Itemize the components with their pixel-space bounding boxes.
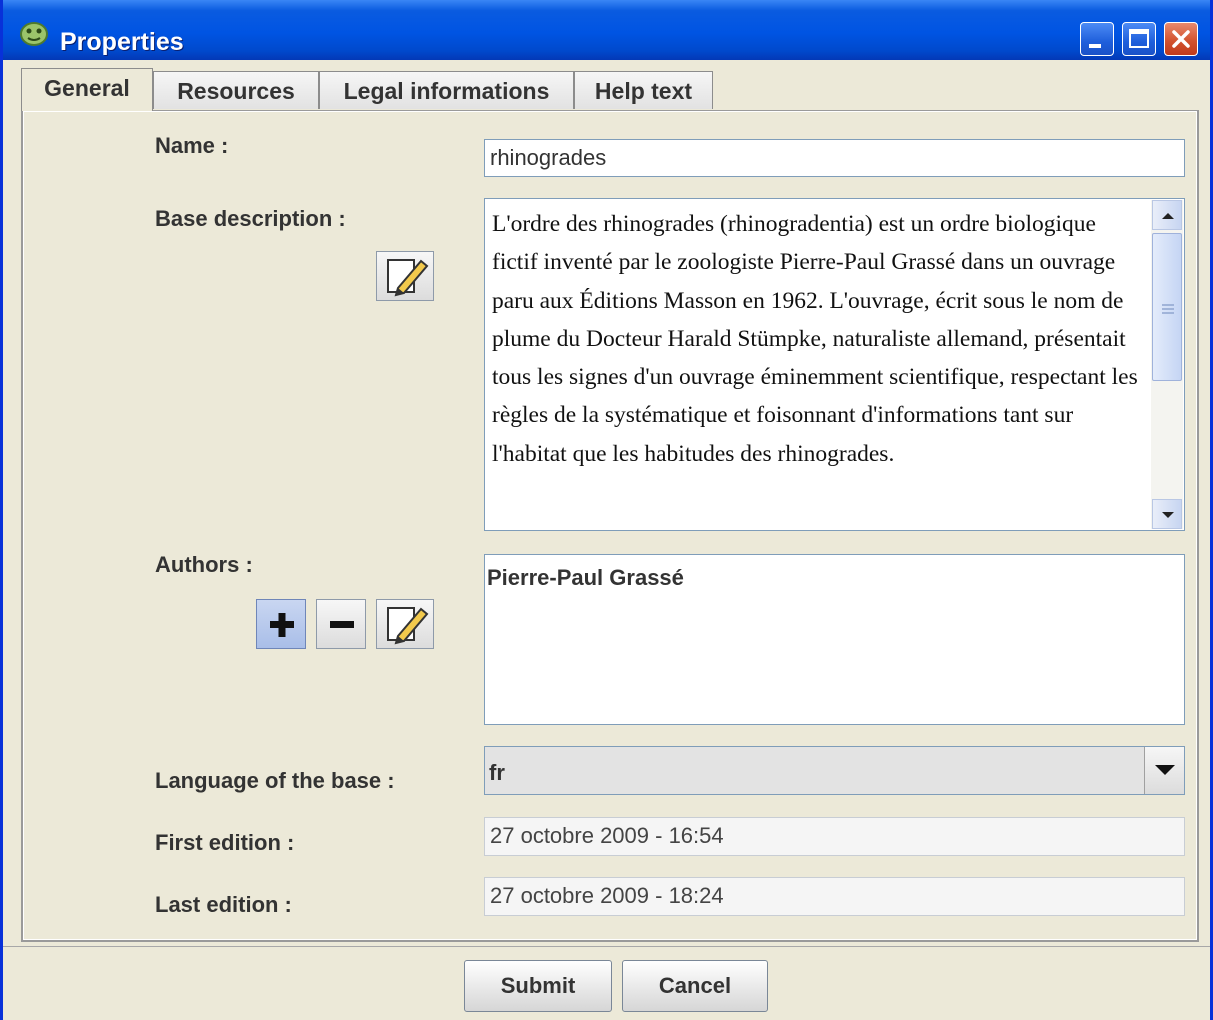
grip-icon bbox=[1162, 304, 1174, 314]
first-edition-field: 27 octobre 2009 - 16:54 bbox=[484, 817, 1185, 856]
tab-general[interactable]: General bbox=[21, 68, 153, 111]
remove-author-button[interactable] bbox=[316, 599, 366, 649]
footer-divider bbox=[3, 946, 1210, 947]
edit-description-button[interactable] bbox=[376, 251, 434, 301]
tab-label: Resources bbox=[177, 78, 295, 104]
plus-icon bbox=[270, 613, 294, 637]
title-bar[interactable]: Properties bbox=[3, 0, 1210, 60]
edit-author-button[interactable] bbox=[376, 599, 434, 649]
first-edition-label: First edition : bbox=[155, 830, 295, 855]
list-item[interactable]: Pierre-Paul Grassé bbox=[487, 565, 684, 591]
tab-label: Legal informations bbox=[343, 78, 550, 104]
scroll-thumb[interactable] bbox=[1152, 233, 1182, 381]
arrow-up-icon bbox=[1162, 213, 1174, 219]
minus-icon bbox=[330, 621, 354, 628]
submit-button[interactable]: Submit bbox=[464, 960, 612, 1012]
language-select[interactable]: fr bbox=[484, 746, 1185, 795]
description-scrollbar[interactable] bbox=[1151, 200, 1183, 529]
close-button[interactable] bbox=[1164, 22, 1198, 56]
window-title: Properties bbox=[60, 28, 184, 56]
description-label: Base description : bbox=[155, 206, 346, 231]
tab-legal-informations[interactable]: Legal informations bbox=[319, 71, 574, 109]
arrow-down-icon bbox=[1162, 512, 1174, 518]
properties-window: Properties General Resources Legal infor… bbox=[0, 0, 1213, 1020]
name-label: Name : bbox=[155, 133, 229, 158]
tab-label: General bbox=[44, 75, 130, 101]
language-value: fr bbox=[489, 760, 505, 785]
maximize-button[interactable] bbox=[1122, 22, 1156, 56]
cancel-button[interactable]: Cancel bbox=[622, 960, 768, 1012]
tab-help-text[interactable]: Help text bbox=[574, 71, 713, 109]
scroll-down-button[interactable] bbox=[1152, 499, 1182, 529]
name-field[interactable]: rhinogrades bbox=[484, 139, 1185, 177]
authors-label: Authors : bbox=[155, 552, 253, 577]
edit-pencil-icon bbox=[387, 607, 429, 645]
authors-list[interactable]: Pierre-Paul Grassé bbox=[484, 554, 1185, 725]
minimize-button[interactable] bbox=[1080, 22, 1114, 56]
tab-strip: General Resources Legal informations Hel… bbox=[3, 68, 1210, 111]
chevron-down-icon bbox=[1155, 765, 1175, 775]
description-textarea[interactable]: L'ordre des rhinogrades (rhinogradentia)… bbox=[484, 198, 1185, 531]
description-text: L'ordre des rhinogrades (rhinogradentia)… bbox=[492, 211, 1138, 467]
last-edition-field: 27 octobre 2009 - 18:24 bbox=[484, 877, 1185, 916]
tab-label: Help text bbox=[594, 78, 693, 104]
language-dropdown-button[interactable] bbox=[1144, 747, 1184, 794]
last-edition-label: Last edition : bbox=[155, 892, 292, 917]
bug-app-icon bbox=[19, 20, 49, 46]
language-label: Language of the base : bbox=[155, 768, 395, 793]
scroll-up-button[interactable] bbox=[1152, 200, 1182, 230]
tab-resources[interactable]: Resources bbox=[153, 71, 319, 109]
edit-pencil-icon bbox=[387, 259, 429, 297]
add-author-button[interactable] bbox=[256, 599, 306, 649]
